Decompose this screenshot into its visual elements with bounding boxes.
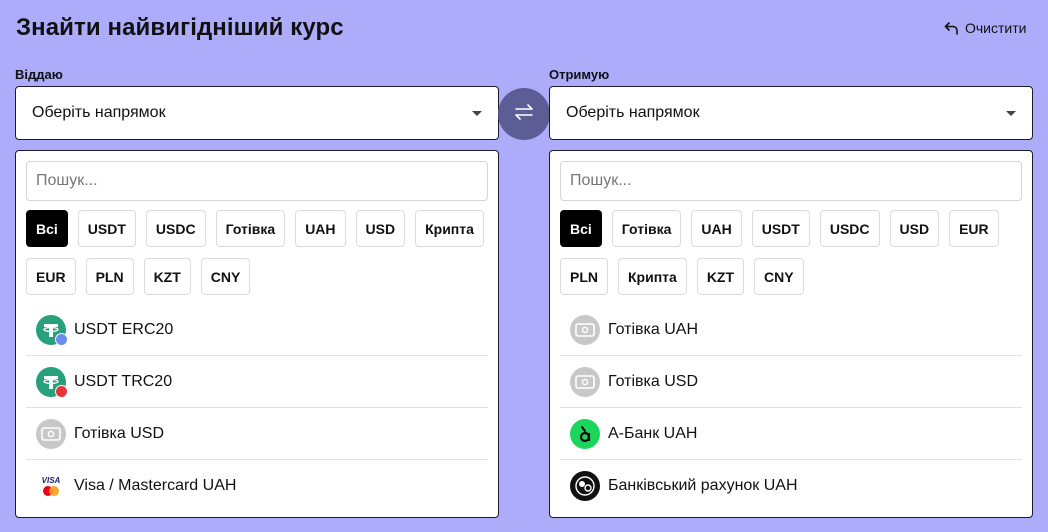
receive-filter-chip[interactable]: Крипта bbox=[618, 258, 687, 295]
bank-account-icon bbox=[570, 471, 600, 501]
receive-filter-chip[interactable]: USD bbox=[889, 210, 940, 247]
list-item-label: Банківський рахунок UAH bbox=[608, 477, 798, 494]
give-filter-chip[interactable]: UAH bbox=[295, 210, 346, 247]
tether-trc20-icon bbox=[36, 366, 68, 398]
give-search-input[interactable] bbox=[26, 161, 488, 201]
chevron-down-icon bbox=[472, 110, 482, 116]
list-item[interactable]: Готівка USD bbox=[560, 356, 1022, 408]
give-filter-chip[interactable]: Крипта bbox=[415, 210, 484, 247]
receive-filter-chip[interactable]: CNY bbox=[754, 258, 804, 295]
list-item-label: Visa / Mastercard UAH bbox=[74, 477, 237, 494]
list-item[interactable]: VISA Visa / Mastercard UAH bbox=[26, 460, 488, 512]
chevron-down-icon bbox=[1006, 110, 1016, 116]
give-select-value: Оберіть напрямок bbox=[32, 104, 166, 121]
receive-options-list: Готівка UAH Готівка USD А-Банк UAH Банкі… bbox=[560, 304, 1022, 512]
give-filter-chip[interactable]: Готівка bbox=[215, 210, 286, 247]
receive-label: Отримую bbox=[549, 67, 610, 82]
list-item[interactable]: Банківський рахунок UAH bbox=[560, 460, 1022, 512]
cash-icon bbox=[570, 314, 600, 345]
receive-filter-chip[interactable]: USDT bbox=[751, 210, 810, 247]
tether-erc20-icon bbox=[36, 314, 68, 346]
give-filter-chip[interactable]: EUR bbox=[26, 258, 76, 295]
list-item-label: Готівка USD bbox=[608, 372, 698, 390]
give-options-panel: Всі USDT USDC Готівка UAH USD Крипта EUR… bbox=[15, 150, 499, 518]
exchange-finder: Знайти найвигідніший курс Очистити Відда… bbox=[0, 0, 1048, 532]
receive-filter-chip[interactable]: PLN bbox=[560, 258, 608, 295]
give-filter-chip[interactable]: Всі bbox=[26, 210, 68, 247]
give-label: Віддаю bbox=[15, 67, 63, 82]
list-item[interactable]: Готівка USD bbox=[26, 408, 488, 460]
receive-search-input[interactable] bbox=[560, 161, 1022, 201]
svg-text:VISA: VISA bbox=[42, 476, 61, 485]
receive-filter-chip[interactable]: Готівка bbox=[611, 210, 682, 247]
list-item[interactable]: А-Банк UAH bbox=[560, 408, 1022, 460]
list-item-label: USDT TRC20 bbox=[74, 372, 173, 390]
list-item[interactable]: USDT TRC20 bbox=[26, 356, 488, 408]
receive-options-panel: Всі Готівка UAH USDT USDC USD EUR PLN Кр… bbox=[549, 150, 1033, 518]
receive-filter-chip[interactable]: USDC bbox=[819, 210, 880, 247]
clear-label: Очистити bbox=[965, 20, 1027, 36]
give-filter-chip[interactable]: USDT bbox=[77, 210, 136, 247]
receive-filter-chip[interactable]: KZT bbox=[696, 258, 745, 295]
give-filter-chip[interactable]: KZT bbox=[143, 258, 191, 295]
list-item-label: А-Банк UAH bbox=[608, 424, 698, 442]
receive-filter-chip[interactable]: EUR bbox=[949, 210, 999, 247]
receive-filter-chip[interactable]: Всі bbox=[560, 210, 602, 247]
give-options-list: USDT ERC20 USDT TRC20 Готівка USD VISA V… bbox=[26, 304, 488, 512]
swap-button[interactable] bbox=[498, 88, 550, 140]
receive-select-value: Оберіть напрямок bbox=[566, 104, 700, 121]
receive-filter-chips: Всі Готівка UAH USDT USDC USD EUR PLN Кр… bbox=[560, 210, 1022, 295]
visa-mastercard-icon: VISA bbox=[36, 471, 66, 501]
give-column: Віддаю Оберіть напрямок Всі USDT USDC Го… bbox=[15, 66, 499, 518]
give-filter-chip[interactable]: USDC bbox=[145, 210, 206, 247]
page-title: Знайти найвигідніший курс bbox=[16, 14, 344, 41]
clear-button[interactable]: Очистити bbox=[944, 20, 1026, 36]
give-filter-chip[interactable]: PLN bbox=[85, 258, 134, 295]
give-filter-chips: Всі USDT USDC Готівка UAH USD Крипта EUR… bbox=[26, 210, 488, 295]
list-item[interactable]: Готівка UAH bbox=[560, 304, 1022, 356]
give-direction-select[interactable]: Оберіть напрямок bbox=[15, 86, 499, 140]
abank-icon bbox=[570, 418, 600, 449]
list-item[interactable]: USDT ERC20 bbox=[26, 304, 488, 356]
undo-icon bbox=[944, 21, 959, 35]
receive-column: Отримую Оберіть напрямок Всі Готівка UAH… bbox=[549, 66, 1033, 518]
swap-arrows-icon bbox=[513, 103, 535, 126]
receive-direction-select[interactable]: Оберіть напрямок bbox=[549, 86, 1033, 140]
cash-icon bbox=[36, 418, 66, 449]
list-item-label: Готівка UAH bbox=[608, 320, 698, 338]
give-filter-chip[interactable]: CNY bbox=[200, 258, 251, 295]
cash-icon bbox=[570, 366, 600, 397]
give-filter-chip[interactable]: USD bbox=[355, 210, 406, 247]
receive-filter-chip[interactable]: UAH bbox=[691, 210, 742, 247]
list-item-label: USDT ERC20 bbox=[74, 320, 174, 338]
list-item-label: Готівка USD bbox=[74, 424, 164, 442]
